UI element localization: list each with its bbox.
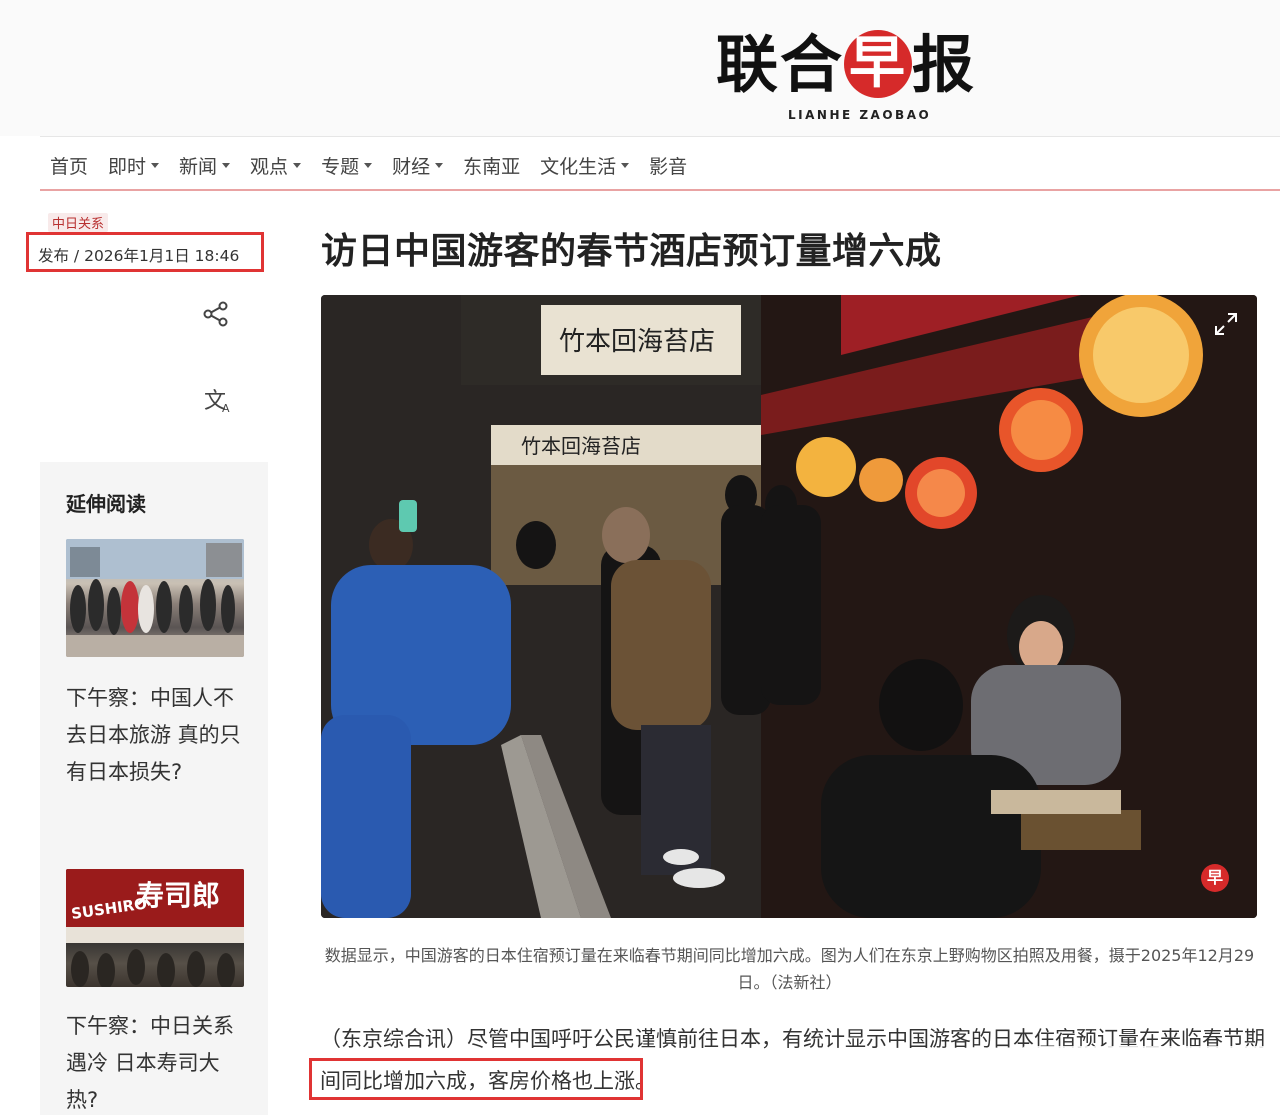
related-thumbnail[interactable]: SUSHIRO 寿司郎 [66,869,244,987]
caret-down-icon [222,162,231,168]
nav-item-label: 东南亚 [463,155,521,178]
translate-icon[interactable]: 文 A [202,386,232,414]
nav-item[interactable]: 影音 [639,152,697,179]
annotation-box-highlight [309,1058,643,1100]
related-thumbnail[interactable] [66,539,244,657]
caret-down-icon [435,162,444,168]
svg-text:寿司郎: 寿司郎 [136,879,220,912]
annotation-box-date [26,232,264,272]
expand-icon[interactable] [1212,310,1240,338]
caret-down-icon [151,162,160,168]
nav-item[interactable]: 首页 [40,152,98,179]
article-headline: 访日中国游客的春节酒店预订量增六成 [321,231,942,272]
svg-text:竹本回海苔店: 竹本回海苔店 [521,434,641,458]
masthead: 联合早报 LIANHE ZAOBAO [0,0,1280,136]
nav-item[interactable]: 即时 [98,152,169,179]
nav-item-label: 财经 [392,155,431,178]
nav-item-label: 观点 [250,155,289,178]
sidebar-title: 延伸阅读 [66,492,146,516]
related-article-title[interactable]: 下午察：中国人不去日本旅游 真的只有日本损失? [66,680,246,791]
article-photo[interactable]: 竹本回海苔店 竹本回海苔店 [321,295,1257,918]
caret-down-icon [293,162,302,168]
logo-english: LIANHE ZAOBAO [788,108,932,122]
nav-item[interactable]: 财经 [382,152,453,179]
category-tag[interactable]: 中日关系 [48,213,109,232]
nav-item-label: 新闻 [179,155,218,178]
svg-text:竹本回海苔店: 竹本回海苔店 [559,327,715,357]
zaobao-badge-icon: 早 [1201,864,1229,892]
nav-item[interactable]: 东南亚 [453,152,530,179]
nav-item[interactable]: 专题 [311,152,382,179]
body-prefix: （东京综合讯）尽管中国呼吁公民谨慎前往日本，有统计显示中国游客的日本住宿预订量 [320,1027,1139,1051]
site-logo[interactable]: 联合早报 LIANHE ZAOBAO [716,28,1016,128]
nav-item-label: 专题 [321,155,360,178]
svg-text:A: A [222,402,230,414]
nav-item[interactable]: 新闻 [169,152,240,179]
photo-caption: 数据显示，中国游客的日本住宿预订量在来临春节期间同比增加六成。图为人们在东京上野… [324,946,1255,992]
nav-item-label: 影音 [649,155,688,178]
logo-chinese: 联合早报 [716,28,977,101]
nav-item[interactable]: 文化生活 [530,152,639,179]
nav-divider-top [40,136,1280,137]
share-icon[interactable] [202,300,230,328]
nav-divider-bottom [40,189,1280,191]
related-article-title[interactable]: 下午察：中日关系遇冷 日本寿司大热? [66,1008,246,1115]
nav-item-label: 即时 [108,155,147,178]
watermark-overlay [1022,1046,1270,1088]
caret-down-icon [364,162,373,168]
main-nav: 首页 即时 新闻 观点 专题 财经 东南亚 文化生活 影音 [40,142,697,188]
nav-item[interactable]: 观点 [240,152,311,179]
nav-item-label: 首页 [50,155,89,178]
related-reading-sidebar: 延伸阅读 下午察：中国人不去日本旅游 真的只有日本损失? SUSHIRO 寿司郎… [40,462,268,1115]
nav-item-label: 文化生活 [540,155,617,178]
caret-down-icon [621,162,630,168]
